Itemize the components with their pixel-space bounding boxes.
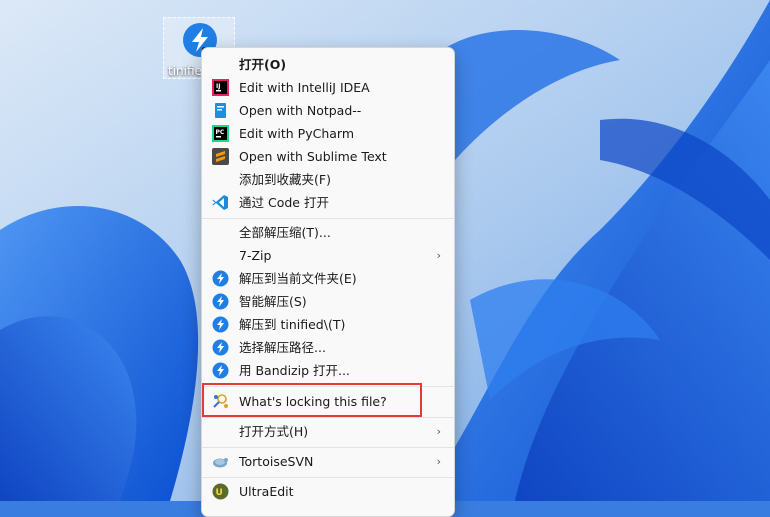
menu-item-label: 7-Zip: [239, 248, 272, 263]
svg-text:U: U: [216, 488, 223, 498]
menu-item-label: Edit with PyCharm: [239, 126, 355, 141]
chevron-right-icon: ›: [436, 425, 441, 438]
menu-item-open-with-bandizip[interactable]: 用 Bandizip 打开...: [202, 359, 454, 382]
highlight-box: [202, 383, 422, 417]
menu-item-label: 用 Bandizip 打开...: [239, 363, 350, 378]
chevron-right-icon: ›: [436, 455, 441, 468]
menu-item-choose-extract-path[interactable]: 选择解压路径...: [202, 336, 454, 359]
menu-item-open[interactable]: 打开(O): [202, 53, 454, 76]
bandizip-icon: [212, 270, 229, 287]
menu-item-smart-extract[interactable]: 智能解压(S): [202, 290, 454, 313]
menu-item-label: 解压到当前文件夹(E): [239, 271, 357, 286]
menu-item-intellij[interactable]: IJ Edit with IntelliJ IDEA: [202, 76, 454, 99]
menu-item-pycharm[interactable]: PC Edit with PyCharm: [202, 122, 454, 145]
menu-item-extract-here[interactable]: 解压到当前文件夹(E): [202, 267, 454, 290]
svg-text:IJ: IJ: [216, 83, 220, 90]
pycharm-icon: PC: [212, 125, 229, 142]
bandizip-icon: [212, 293, 229, 310]
menu-item-extract-to-folder[interactable]: 解压到 tinified\(T): [202, 313, 454, 336]
tortoise-icon: [213, 458, 228, 468]
menu-item-label: Edit with IntelliJ IDEA: [239, 80, 370, 95]
menu-item-label: 打开(O): [239, 57, 287, 72]
menu-separator: [202, 218, 454, 219]
menu-item-label: 解压到 tinified\(T): [239, 317, 346, 332]
vscode-icon: [212, 195, 228, 210]
menu-item-label: 打开方式(H): [239, 424, 309, 439]
menu-item-open-with[interactable]: 打开方式(H) ›: [202, 420, 454, 443]
menu-item-tortoisesvn[interactable]: TortoiseSVN ›: [202, 450, 454, 473]
ultraedit-icon: U: [212, 483, 229, 500]
notepad-icon: [215, 103, 226, 118]
menu-item-open-with-code[interactable]: 通过 Code 打开: [202, 191, 454, 214]
menu-item-label: Open with Sublime Text: [239, 149, 387, 164]
menu-item-notepad[interactable]: Open with Notpad--: [202, 99, 454, 122]
menu-item-label: 添加到收藏夹(F): [239, 172, 331, 187]
bandizip-icon: [212, 362, 229, 379]
menu-item-label: 智能解压(S): [239, 294, 307, 309]
menu-item-label: TortoiseSVN: [239, 454, 314, 469]
bandizip-icon: [212, 339, 229, 356]
menu-item-label: 选择解压路径...: [239, 340, 326, 355]
menu-item-label: UltraEdit: [239, 484, 294, 499]
intellij-icon: IJ: [212, 79, 229, 96]
chevron-right-icon: ›: [436, 249, 441, 262]
menu-item-ultraedit[interactable]: U UltraEdit: [202, 480, 454, 503]
context-menu: 打开(O) IJ Edit with IntelliJ IDEA Open wi…: [201, 47, 455, 517]
menu-separator: [202, 447, 454, 448]
menu-item-add-favorites[interactable]: 添加到收藏夹(F): [202, 168, 454, 191]
bandizip-icon: [212, 316, 229, 333]
desktop-file-label: tinifie: [168, 64, 202, 78]
menu-separator: [202, 417, 454, 418]
menu-item-label: 全部解压缩(T)...: [239, 225, 331, 240]
menu-item-extract-all[interactable]: 全部解压缩(T)...: [202, 221, 454, 244]
menu-item-label: 通过 Code 打开: [239, 195, 329, 210]
menu-item-sublime[interactable]: Open with Sublime Text: [202, 145, 454, 168]
svg-text:PC: PC: [216, 129, 225, 136]
menu-item-7zip[interactable]: 7-Zip ›: [202, 244, 454, 267]
menu-separator: [202, 477, 454, 478]
menu-item-label: Open with Notpad--: [239, 103, 362, 118]
sublime-icon: [212, 148, 229, 165]
